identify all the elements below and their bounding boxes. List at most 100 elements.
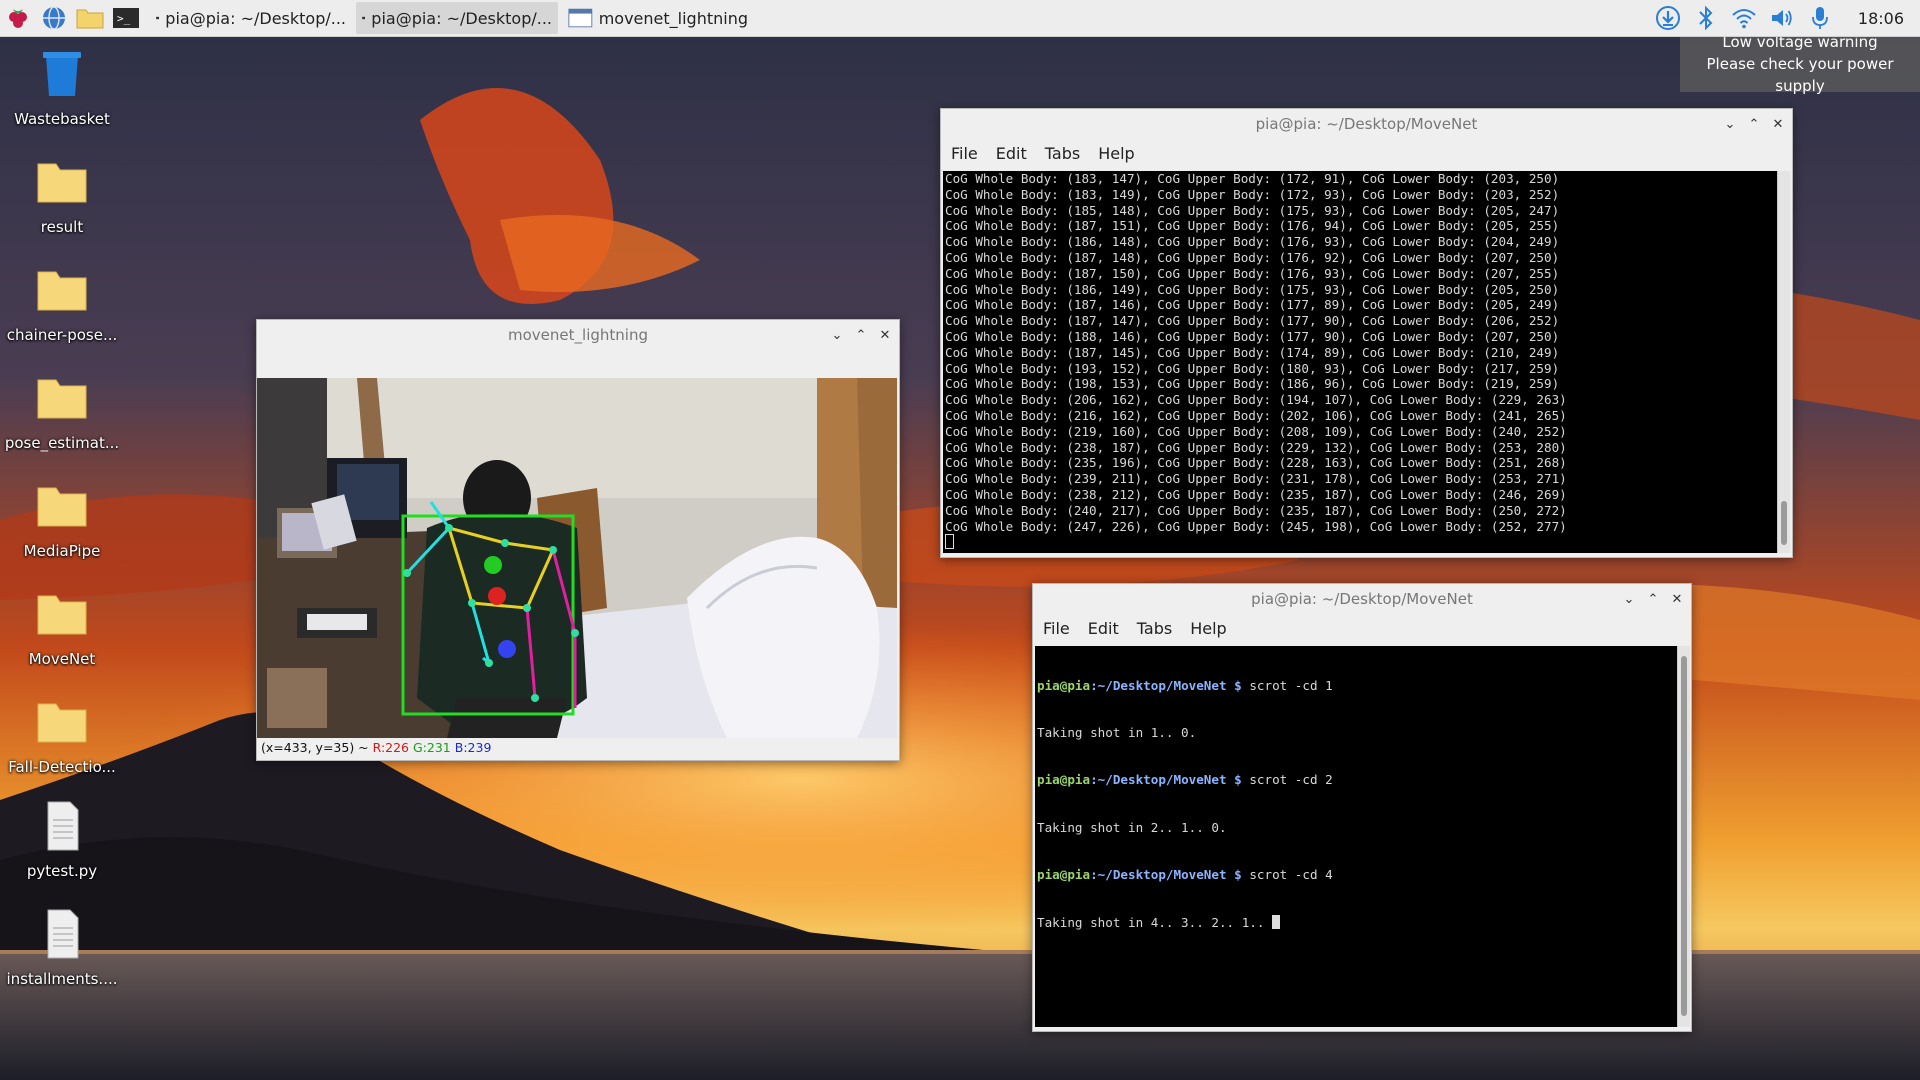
folder-icon — [37, 595, 87, 635]
taskbar-task-terminal-1[interactable]: >_ pia@pia: ~/Desktop/... — [150, 2, 352, 34]
movenet-window: movenet_lightning ⌄ ⌃ ✕ (x=433, y=35) ~ … — [256, 319, 900, 761]
command-text: scrot -cd 1 — [1241, 677, 1333, 693]
file-manager-icon[interactable] — [72, 0, 108, 36]
terminal-output[interactable]: CoG Whole Body: (183, 147), CoG Upper Bo… — [943, 171, 1777, 553]
volume-icon[interactable] — [1768, 4, 1796, 32]
desktop-icon-label: pose_estimat... — [4, 434, 120, 452]
folder-icon — [37, 271, 87, 311]
desktop-icon-installments[interactable]: installments.... — [0, 908, 124, 988]
window-titlebar[interactable]: pia@pia: ~/Desktop/MoveNet ⌄ ⌃ ✕ — [1033, 584, 1691, 614]
terminal-line: CoG Whole Body: (187, 146), CoG Upper Bo… — [945, 297, 1560, 313]
camera-view[interactable] — [257, 378, 897, 738]
menu-help[interactable]: Help — [1190, 619, 1226, 638]
scrollbar-thumb[interactable] — [1681, 656, 1687, 1016]
command-text: scrot -cd 2 — [1241, 772, 1333, 788]
desktop-icon-label: MediaPipe — [23, 542, 101, 560]
raspberry-menu-icon[interactable] — [0, 0, 36, 36]
terminal-line: Taking shot in 2.. 1.. 0. — [1037, 819, 1227, 835]
bluetooth-icon[interactable] — [1692, 4, 1720, 32]
menu-edit[interactable]: Edit — [1088, 619, 1119, 638]
terminal-icon: >_ — [362, 16, 366, 19]
terminal-line: CoG Whole Body: (187, 148), CoG Upper Bo… — [945, 249, 1560, 265]
minimize-button[interactable]: ⌄ — [829, 327, 845, 343]
prompt-path: :~/Desktop/MoveNet $ — [1090, 772, 1242, 788]
terminal-line: CoG Whole Body: (198, 153), CoG Upper Bo… — [945, 376, 1560, 392]
scrollbar-thumb[interactable] — [1781, 501, 1787, 545]
desktop-icon-movenet[interactable]: MoveNet — [0, 588, 124, 668]
menu-help[interactable]: Help — [1098, 144, 1134, 163]
desktop-icon-label: MoveNet — [28, 650, 96, 668]
terminal-shell[interactable]: pia@pia:~/Desktop/MoveNet $ scrot -cd 1 … — [1035, 646, 1677, 1027]
menu-tabs[interactable]: Tabs — [1137, 619, 1172, 638]
terminal-line: CoG Whole Body: (216, 162), CoG Upper Bo… — [945, 407, 1567, 423]
taskbar-task-label: movenet_lightning — [598, 8, 748, 28]
system-tray: 18:06 — [1654, 0, 1920, 36]
desktop-icon-label: result — [40, 218, 84, 236]
desktop-icon-label: chainer-pose... — [6, 326, 118, 344]
window-icon — [568, 8, 593, 28]
taskbar-task-terminal-2[interactable]: >_ pia@pia: ~/Desktop/... — [356, 2, 558, 34]
taskbar: >_ >_ pia@pia: ~/Desktop/... >_ pia@pia:… — [0, 0, 1920, 37]
terminal-scrollbar[interactable] — [1677, 646, 1690, 1027]
folder-icon — [37, 163, 87, 203]
menu-tabs[interactable]: Tabs — [1045, 144, 1080, 163]
trash-icon — [43, 52, 81, 96]
terminal-line: pia@pia:~/Desktop/MoveNet $ scrot -cd 2 — [1037, 772, 1677, 788]
terminal-line: CoG Whole Body: (238, 187), CoG Upper Bo… — [945, 439, 1567, 455]
window-title: movenet_lightning — [508, 326, 648, 344]
desktop-icon-pytest[interactable]: pytest.py — [0, 800, 124, 880]
terminal-line: pia@pia:~/Desktop/MoveNet $ scrot -cd 4 — [1037, 867, 1677, 883]
desktop-icon-label: pytest.py — [26, 862, 98, 880]
terminal-icon: >_ — [156, 16, 160, 19]
maximize-button[interactable]: ⌃ — [853, 327, 869, 343]
close-button[interactable]: ✕ — [1669, 591, 1685, 607]
pixel-blue: B:239 — [454, 740, 492, 755]
desktop-icon-chainer-pose[interactable]: chainer-pose... — [0, 264, 124, 344]
terminal-line: CoG Whole Body: (206, 162), CoG Upper Bo… — [945, 392, 1567, 408]
taskbar-task-movenet[interactable]: movenet_lightning — [562, 2, 754, 34]
terminal-menubar: File Edit Tabs Help — [1033, 614, 1691, 642]
pixel-green: G:231 — [413, 740, 451, 755]
microphone-icon[interactable] — [1806, 4, 1834, 32]
cog-upper-body-marker — [488, 587, 506, 605]
desktop-icon-pose-estimation[interactable]: pose_estimat... — [0, 372, 124, 452]
maximize-button[interactable]: ⌃ — [1645, 591, 1661, 607]
window-titlebar[interactable]: pia@pia: ~/Desktop/MoveNet ⌄ ⌃ ✕ — [941, 109, 1792, 139]
desktop-icon-fall-detection[interactable]: Fall-Detectio... — [0, 696, 124, 776]
folder-icon — [37, 703, 87, 743]
terminal-line: CoG Whole Body: (188, 146), CoG Upper Bo… — [945, 328, 1560, 344]
maximize-button[interactable]: ⌃ — [1746, 116, 1762, 132]
notification-body: Please check your power supply — [1706, 55, 1894, 95]
minimize-button[interactable]: ⌄ — [1621, 591, 1637, 607]
low-voltage-notification[interactable]: Low voltage warning Please check your po… — [1680, 33, 1920, 95]
menu-file[interactable]: File — [951, 144, 978, 163]
terminal-line: CoG Whole Body: (187, 145), CoG Upper Bo… — [945, 344, 1560, 360]
close-button[interactable]: ✕ — [877, 327, 893, 343]
terminal-line: Taking shot in 1.. 0. — [1037, 724, 1197, 740]
menu-file[interactable]: File — [1043, 619, 1070, 638]
terminal-window-shell: pia@pia: ~/Desktop/MoveNet ⌄ ⌃ ✕ File Ed… — [1032, 583, 1692, 1032]
menu-edit[interactable]: Edit — [996, 144, 1027, 163]
terminal-line: CoG Whole Body: (235, 196), CoG Upper Bo… — [945, 455, 1567, 471]
window-title: pia@pia: ~/Desktop/MoveNet — [1251, 590, 1473, 608]
prompt-user: pia@pia — [1037, 772, 1091, 788]
clock[interactable]: 18:06 — [1858, 9, 1904, 28]
taskbar-task-label: pia@pia: ~/Desktop/... — [165, 8, 346, 28]
terminal-window-output: pia@pia: ~/Desktop/MoveNet ⌄ ⌃ ✕ File Ed… — [940, 108, 1793, 558]
terminal-scrollbar[interactable] — [1777, 171, 1790, 553]
desktop-icon-wastebasket[interactable]: Wastebasket — [0, 48, 124, 128]
browser-icon[interactable] — [36, 0, 72, 36]
terminal-line: CoG Whole Body: (183, 149), CoG Upper Bo… — [945, 186, 1560, 202]
close-button[interactable]: ✕ — [1770, 116, 1786, 132]
desktop-icon-result[interactable]: result — [0, 156, 124, 236]
updater-icon[interactable] — [1654, 4, 1682, 32]
terminal-line: CoG Whole Body: (219, 160), CoG Upper Bo… — [945, 423, 1567, 439]
wifi-icon[interactable] — [1730, 4, 1758, 32]
window-titlebar[interactable]: movenet_lightning ⌄ ⌃ ✕ — [257, 320, 899, 350]
desktop-icon-mediapipe[interactable]: MediaPipe — [0, 480, 124, 560]
minimize-button[interactable]: ⌄ — [1722, 116, 1738, 132]
prompt-path: :~/Desktop/MoveNet $ — [1090, 867, 1242, 883]
svg-text:>_: >_ — [117, 12, 131, 25]
terminal-launcher-icon[interactable]: >_ — [108, 0, 144, 36]
folder-icon — [37, 379, 87, 419]
